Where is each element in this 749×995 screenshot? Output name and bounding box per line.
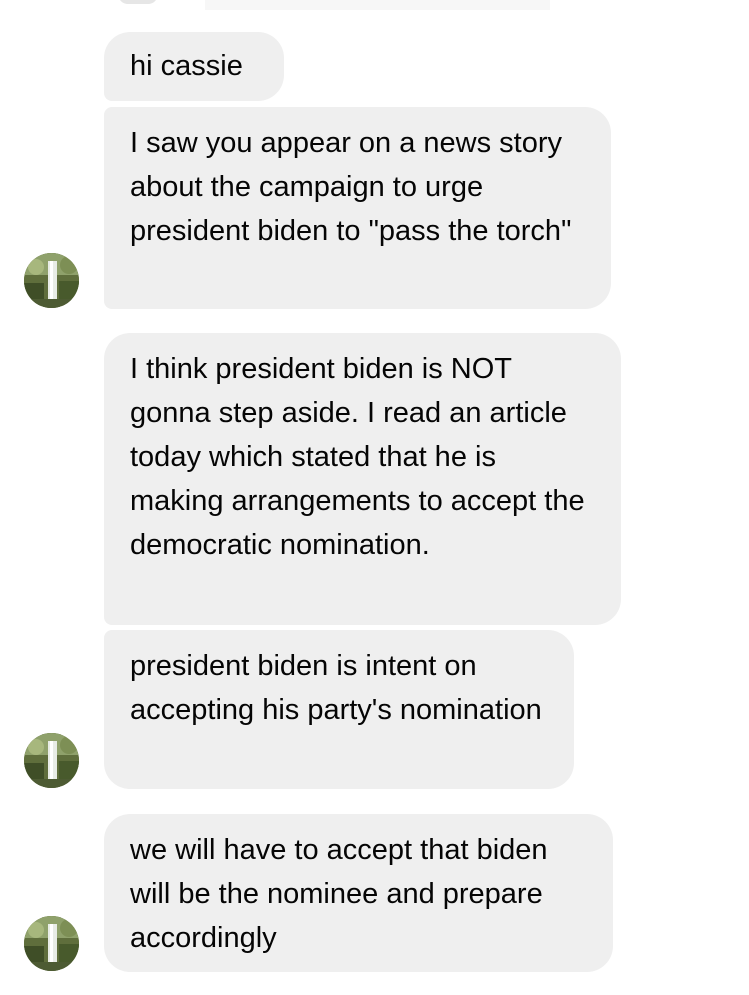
message-text: I think president biden is NOT gonna ste… bbox=[130, 353, 585, 561]
message-bubble[interactable]: we will have to accept that biden will b… bbox=[104, 814, 613, 972]
sender-avatar[interactable] bbox=[24, 733, 79, 788]
message-bubble[interactable]: I saw you appear on a news story about t… bbox=[104, 107, 611, 309]
message-text: I saw you appear on a news story about t… bbox=[130, 127, 572, 247]
message-text: president biden is intent on accepting h… bbox=[130, 650, 542, 726]
message-bubble[interactable]: president biden is intent on accepting h… bbox=[104, 630, 574, 789]
message-text: we will have to accept that biden will b… bbox=[130, 834, 548, 954]
waterfall-avatar-icon bbox=[24, 733, 79, 788]
message-bubble[interactable]: hi cassie bbox=[104, 32, 284, 101]
waterfall-avatar-icon bbox=[24, 916, 79, 971]
message-text: hi cassie bbox=[130, 50, 243, 82]
sender-avatar[interactable] bbox=[24, 916, 79, 971]
sender-avatar[interactable] bbox=[24, 253, 79, 308]
message-thread: hi cassie I saw you appear on a news sto… bbox=[0, 0, 749, 995]
message-bubble[interactable]: I think president biden is NOT gonna ste… bbox=[104, 333, 621, 625]
waterfall-avatar-icon bbox=[24, 253, 79, 308]
